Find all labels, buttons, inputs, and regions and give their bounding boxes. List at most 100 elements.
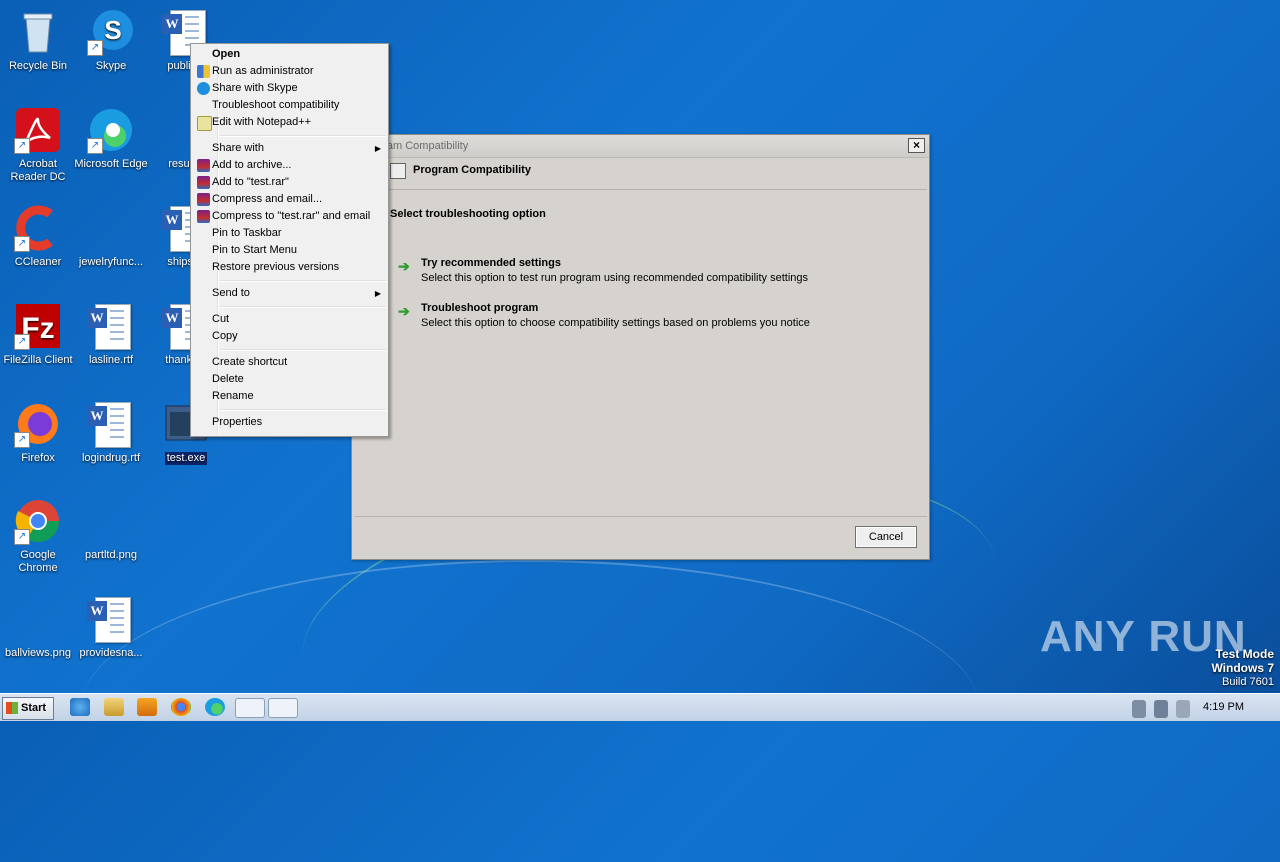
menu-item-label: Compress and email... — [212, 193, 323, 205]
filezilla-icon: Fz ↗ — [14, 302, 62, 350]
menu-item-rename[interactable]: Rename — [193, 388, 386, 405]
action-center-flag-icon[interactable] — [1176, 700, 1190, 718]
desktop-icon-label: FileZilla Client — [3, 354, 73, 366]
network-icon[interactable] — [1154, 700, 1168, 718]
test-mode-line: Test Mode — [1215, 647, 1274, 661]
shortcut-arrow-icon: ↗ — [14, 334, 30, 350]
desktop-icon-skype[interactable]: S ↗ Skype — [73, 8, 149, 73]
media-player-icon[interactable] — [137, 698, 157, 716]
dialog-question: Select troubleshooting option — [390, 208, 546, 220]
menu-item-send-to[interactable]: Send to ▶ — [193, 285, 386, 302]
shortcut-arrow-icon: ↗ — [14, 432, 30, 448]
volume-icon[interactable] — [1132, 700, 1146, 718]
desktop-icon-label: Acrobat Reader DC — [10, 158, 66, 183]
desktop-icon-label: Microsoft Edge — [74, 158, 148, 170]
desktop-icon-lasline[interactable]: W lasline.rtf — [73, 302, 149, 367]
menu-item-compress-and-email[interactable]: Compress and email... — [193, 191, 386, 208]
dialog-content — [354, 189, 927, 517]
svg-text:S: S — [104, 15, 121, 45]
menu-item-properties[interactable]: Properties — [193, 414, 386, 431]
menu-item-troubleshoot-compatibility[interactable]: Troubleshoot compatibility — [193, 97, 386, 114]
menu-item-label: Restore previous versions — [212, 261, 340, 273]
menu-item-pin-to-start-menu[interactable]: Pin to Start Menu — [193, 242, 386, 259]
option-heading: Try recommended settings — [421, 257, 561, 269]
menu-item-delete[interactable]: Delete — [193, 371, 386, 388]
program-compatibility-icon — [390, 163, 406, 179]
green-arrow-icon: ➔ — [398, 303, 410, 319]
word-document-icon: W — [87, 400, 135, 448]
system-tray: 4:19 PM — [1122, 694, 1280, 721]
menu-item-label: Compress to "test.rar" and email — [212, 210, 371, 222]
menu-separator — [219, 306, 386, 308]
menu-item-edit-with-notepad[interactable]: Edit with Notepad++ — [193, 114, 386, 131]
menu-item-label: Pin to Taskbar — [212, 227, 282, 239]
taskbar-compatibility-window-icon[interactable] — [268, 698, 298, 718]
desktop-icon-label: providesna... — [79, 647, 143, 659]
start-label: Start — [21, 702, 47, 714]
edge-icon[interactable] — [205, 698, 225, 716]
winrar-icon — [197, 193, 210, 206]
internet-explorer-icon[interactable] — [70, 698, 90, 716]
blank-file-icon — [87, 497, 135, 545]
desktop-icon-chrome[interactable]: ↗ Google Chrome — [0, 497, 76, 575]
word-document-icon: W — [87, 595, 135, 643]
desktop-icon-ccleaner[interactable]: ↗ CCleaner — [0, 204, 76, 269]
desktop-icon-firefox[interactable]: ↗ Firefox — [0, 400, 76, 465]
blank-file-icon — [87, 204, 135, 252]
desktop-icon-providesna[interactable]: W providesna... — [73, 595, 149, 660]
chrome-icon: ↗ — [14, 497, 62, 545]
test-mode-notice: Test Mode Windows 7 Build 7601 — [1211, 647, 1274, 689]
menu-item-copy[interactable]: Copy — [193, 328, 386, 345]
menu-item-restore-previous-versions[interactable]: Restore previous versions — [193, 259, 386, 276]
desktop-icon-acrobat[interactable]: ↗ Acrobat Reader DC — [0, 106, 76, 184]
word-document-icon: W — [87, 302, 135, 350]
file-explorer-icon[interactable] — [104, 698, 124, 716]
taskbar-document-window-icon[interactable] — [235, 698, 265, 718]
menu-item-add-to-test-rar[interactable]: Add to "test.rar" — [193, 174, 386, 191]
menu-item-share-with[interactable]: Share with ▶ — [193, 140, 386, 157]
shortcut-arrow-icon: ↗ — [87, 138, 103, 154]
start-button[interactable]: Start — [2, 697, 54, 720]
desktop-icon-label: logindrug.rtf — [81, 452, 141, 464]
context-menu: Open Run as administrator Share with Sky… — [190, 43, 389, 437]
recycle-bin-icon — [14, 8, 62, 56]
menu-item-cut[interactable]: Cut — [193, 311, 386, 328]
menu-item-add-to-archive[interactable]: Add to archive... — [193, 157, 386, 174]
dialog-titlebar[interactable]: Program Compatibility × — [352, 135, 929, 158]
menu-item-label: Properties — [212, 416, 263, 428]
desktop-icon-label: jewelryfunc... — [78, 256, 144, 268]
menu-item-label: Rename — [212, 390, 254, 402]
menu-item-open[interactable]: Open — [193, 46, 386, 63]
menu-separator — [219, 409, 386, 411]
desktop-icon-jewelryfunc[interactable]: jewelryfunc... — [73, 204, 149, 269]
menu-item-run-as-administrator[interactable]: Run as administrator — [193, 63, 386, 80]
windows-logo-icon — [6, 702, 18, 714]
desktop-icon-ballviews[interactable]: ballviews.png — [0, 595, 76, 660]
shortcut-arrow-icon: ↗ — [14, 236, 30, 252]
notepad-plus-plus-icon — [197, 116, 212, 131]
build-line: Build 7601 — [1222, 676, 1274, 688]
menu-item-create-shortcut[interactable]: Create shortcut — [193, 354, 386, 371]
menu-item-label: Delete — [212, 373, 244, 385]
menu-item-label: Create shortcut — [212, 356, 288, 368]
desktop-icon-partltd[interactable]: partltd.png — [73, 497, 149, 562]
menu-separator — [219, 349, 386, 351]
desktop-icon-recycle-bin[interactable]: Recycle Bin — [0, 8, 76, 73]
cancel-button[interactable]: Cancel — [855, 526, 917, 548]
menu-item-compress-to-test-rar-and-email[interactable]: Compress to "test.rar" and email — [193, 208, 386, 225]
desktop-icon-filezilla[interactable]: Fz ↗ FileZilla Client — [0, 302, 76, 367]
close-button[interactable]: × — [908, 138, 925, 153]
menu-item-label: Send to — [212, 287, 250, 299]
desktop-icon-logindrug[interactable]: W logindrug.rtf — [73, 400, 149, 465]
chrome-icon[interactable] — [171, 698, 191, 716]
edge-icon: ↗ — [87, 106, 135, 154]
desktop-icon-label: Firefox — [21, 452, 55, 464]
green-arrow-icon: ➔ — [398, 258, 410, 274]
menu-item-pin-to-taskbar[interactable]: Pin to Taskbar — [193, 225, 386, 242]
skype-icon: S ↗ — [87, 8, 135, 56]
menu-item-share-with-skype[interactable]: Share with Skype — [193, 80, 386, 97]
firefox-icon: ↗ — [14, 400, 62, 448]
menu-item-label: Run as administrator — [212, 65, 314, 77]
desktop-icon-edge[interactable]: ↗ Microsoft Edge — [73, 106, 149, 171]
clock[interactable]: 4:19 PM — [1203, 701, 1244, 713]
